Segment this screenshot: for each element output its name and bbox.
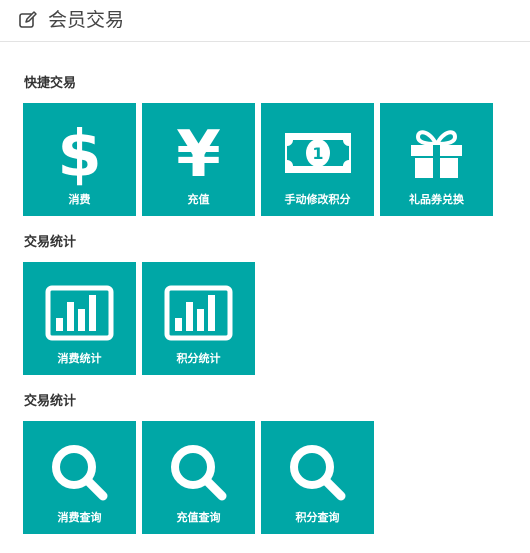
tile-label: 消费 [68, 193, 91, 206]
tile-label: 充值 [187, 193, 210, 206]
tile-label: 手动修改积分 [284, 193, 351, 206]
tile-label: 积分查询 [295, 511, 340, 524]
section-title-query: 交易统计 [24, 394, 77, 409]
tile-consume[interactable]: $ 消费 [23, 103, 136, 216]
section-title-quick-trade: 快捷交易 [24, 76, 77, 91]
tile-points-query[interactable]: 积分查询 [261, 421, 374, 534]
page-header: 会员交易 [0, 0, 530, 42]
tile-consume-stats[interactable]: 消费统计 [23, 262, 136, 375]
tile-points-stats[interactable]: 积分统计 [142, 262, 255, 375]
tile-label: 礼品券兑换 [409, 193, 464, 206]
tile-gift-voucher[interactable]: 礼品券兑换 [380, 103, 493, 216]
svg-text:$: $ [57, 118, 102, 192]
edit-icon [19, 11, 37, 28]
tile-consume-query[interactable]: 消费查询 [23, 421, 136, 534]
tile-recharge[interactable]: ¥ 充值 [142, 103, 255, 216]
tile-label: 积分统计 [176, 352, 221, 365]
svg-text:1: 1 [312, 144, 323, 163]
svg-text:¥: ¥ [176, 118, 221, 192]
tile-manual-points[interactable]: 1 手动修改积分 [261, 103, 374, 216]
page-title: 会员交易 [48, 9, 125, 31]
tile-label: 充值查询 [176, 511, 221, 524]
tile-label: 消费查询 [57, 511, 102, 524]
tile-label: 消费统计 [57, 352, 102, 365]
section-title-stats: 交易统计 [24, 235, 77, 250]
tile-recharge-query[interactable]: 充值查询 [142, 421, 255, 534]
